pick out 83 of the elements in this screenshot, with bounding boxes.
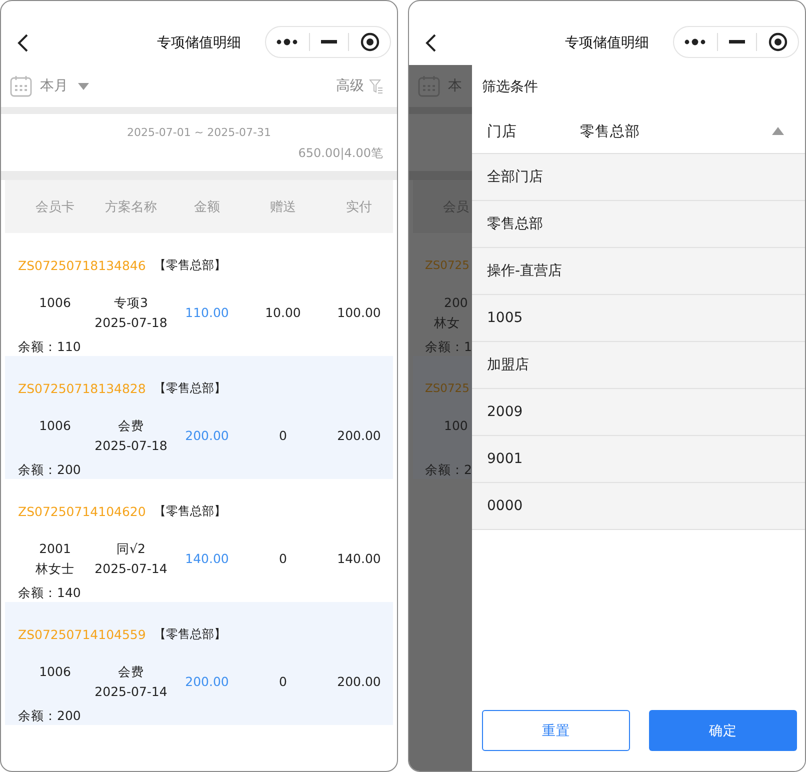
store-name: 【零售总部】 xyxy=(154,380,226,396)
bonus-value: 0 xyxy=(279,550,287,568)
column-header: 方案名称 xyxy=(104,198,158,216)
order-number: ZS0725 xyxy=(425,257,470,274)
column-header: 实付 xyxy=(345,198,373,216)
column-header: 赠送 xyxy=(269,198,297,216)
store-option[interactable]: 零售总部 xyxy=(472,201,805,248)
column-header: 会员卡 xyxy=(34,198,76,216)
paid-value: 140.00 xyxy=(337,550,381,568)
order-number: ZS07250718134846 xyxy=(18,258,146,272)
record-card[interactable]: ZS07250718134828 【零售总部】 1006 会费 2025-07-18 200.00 0 200.00 余额：200 xyxy=(5,356,393,479)
record-card[interactable]: ZS07250714104559 【零售总部】 1006 会费 2025-07-14 200.00 0 200.00 余额：200 xyxy=(5,602,393,725)
bonus-value: 0 xyxy=(279,427,287,445)
bonus-value: 0 xyxy=(279,673,287,691)
card-number: 2001 xyxy=(39,540,71,558)
store-option[interactable]: 9001 xyxy=(472,436,805,483)
order-number: ZS07250718134828 xyxy=(18,380,146,396)
date-range: 2025-07-01 ~ 2025-07-31 xyxy=(126,125,272,141)
store-option[interactable]: 全部门店 xyxy=(472,154,805,201)
paid-value: 100.00 xyxy=(337,304,381,322)
order-number: ZS07250714104620 xyxy=(18,504,146,518)
card-number: 1006 xyxy=(39,294,71,312)
balance-text: 余额：140 xyxy=(18,585,82,601)
page-title: 专项储值明细 xyxy=(565,34,649,52)
reset-button[interactable]: 重置 xyxy=(482,710,630,751)
store-name: 【零售总部】 xyxy=(154,502,226,520)
plan-name: 同√2 xyxy=(116,540,146,558)
paid-value: 200.00 xyxy=(337,427,381,445)
card-number: 1006 xyxy=(39,417,71,435)
store-option[interactable]: 1005 xyxy=(472,295,805,342)
store-option[interactable]: 加盟店 xyxy=(472,342,805,389)
balance-text: 余额：2 xyxy=(425,462,472,478)
store-name: 【零售总部】 xyxy=(154,256,226,274)
plan-name: 会费 xyxy=(118,663,144,681)
store-label: 门店 xyxy=(487,122,518,140)
minimize-icon[interactable] xyxy=(728,40,745,44)
advanced-label: 高级 xyxy=(336,77,364,95)
back-icon[interactable] xyxy=(425,33,437,53)
advanced-filter-button[interactable]: 高级 xyxy=(336,77,383,95)
balance-text: 余额：200 xyxy=(18,708,82,724)
filter-icon xyxy=(369,78,383,94)
confirm-button[interactable]: 确定 xyxy=(649,710,797,751)
period-dropdown[interactable]: 本月 xyxy=(10,75,89,97)
more-icon[interactable] xyxy=(684,38,706,46)
amount-value: 140.00 xyxy=(185,550,229,568)
column-header: 金额 xyxy=(193,198,221,216)
order-number: ZS0725 xyxy=(425,380,470,397)
balance-text: 余额：110 xyxy=(18,339,82,355)
plan-name: 专项3 xyxy=(114,294,148,312)
store-option[interactable]: 0000 xyxy=(472,483,805,530)
more-icon[interactable] xyxy=(276,38,298,46)
record-date: 2025-07-18 xyxy=(94,437,168,455)
summary-total: 650.00|4.00笔 xyxy=(297,145,383,161)
member-name: 林女士 xyxy=(36,560,74,578)
paid-value: 200.00 xyxy=(337,673,381,691)
member-name: 林女 xyxy=(434,314,460,332)
record-date: 2025-07-18 xyxy=(94,314,168,332)
record-date: 2025-07-14 xyxy=(94,560,168,578)
card-number: 1006 xyxy=(39,663,71,681)
caret-icon xyxy=(78,82,89,90)
card-number: 100 xyxy=(444,417,468,435)
store-value: 零售总部 xyxy=(580,122,641,140)
balance-text: 余额：200 xyxy=(18,462,82,478)
card-number: 200 xyxy=(444,294,468,312)
plan-name: 会费 xyxy=(118,417,144,435)
page-title: 专项储值明细 xyxy=(157,34,241,52)
store-name: 【零售总部】 xyxy=(154,626,226,642)
close-icon[interactable] xyxy=(768,32,788,52)
balance-text: 余额：1 xyxy=(425,339,472,355)
amount-value: 200.00 xyxy=(185,427,229,445)
calendar-icon xyxy=(10,75,32,97)
amount-value: 200.00 xyxy=(185,673,229,691)
store-option[interactable]: 2009 xyxy=(472,389,805,436)
record-date: 2025-07-14 xyxy=(94,683,168,701)
bonus-value: 10.00 xyxy=(265,304,301,322)
store-option[interactable]: 操作-直营店 xyxy=(472,248,805,295)
order-number: ZS07250714104559 xyxy=(18,626,146,642)
amount-value: 110.00 xyxy=(185,304,229,322)
period-label: 本月 xyxy=(40,77,68,95)
minimize-icon[interactable] xyxy=(320,40,337,44)
back-icon[interactable] xyxy=(17,33,29,53)
drawer-title: 筛选条件 xyxy=(481,78,539,97)
close-icon[interactable] xyxy=(360,32,380,52)
